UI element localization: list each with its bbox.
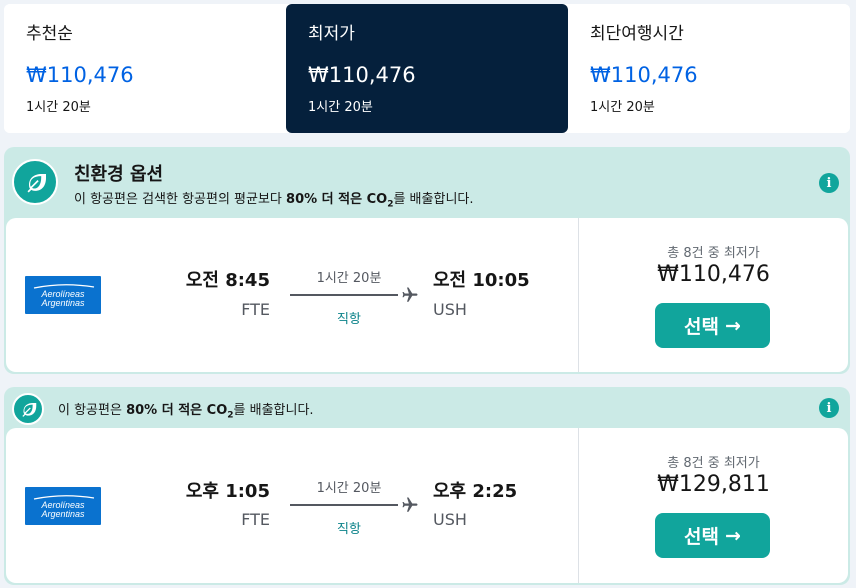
flight-leg: Aerolíneas Argentinas 오전 8:45 FTE 1시간 20…	[6, 218, 578, 372]
departure-airport: FTE	[241, 510, 270, 529]
price-panel: 총 8건 중 최저가 ₩110,476 선택 →	[578, 218, 848, 372]
stops-label: 직항	[337, 312, 361, 327]
departure-airport: FTE	[241, 300, 270, 319]
tab-price: ₩110,476	[590, 63, 698, 87]
select-label: 선택	[684, 316, 720, 338]
eco-title: 친환경 옵션	[74, 164, 164, 185]
price-panel: 총 8건 중 최저가 ₩129,811 선택 →	[578, 428, 848, 583]
tab-label: 추천순	[26, 24, 73, 44]
tab-price: ₩110,476	[26, 63, 134, 87]
tab-recommended[interactable]: 추천순 ₩110,476 1시간 20분	[4, 4, 286, 133]
arrow-right-icon: →	[725, 524, 741, 547]
flight-leg: Aerolíneas Argentinas 오후 1:05 FTE 1시간 20…	[6, 428, 578, 583]
eco-option-card: 친환경 옵션 이 항공편은 검색한 항공편의 평균보다 80% 더 적은 CO2…	[4, 147, 850, 374]
airline-logo: Aerolíneas Argentinas	[25, 486, 101, 525]
plane-icon	[402, 287, 418, 302]
route-line	[290, 504, 398, 506]
eco-option-card: 이 항공편은 80% 더 적은 CO2를 배출합니다. i Aerolíneas…	[4, 387, 850, 585]
departure-time: 오후 1:05	[185, 481, 270, 502]
info-icon[interactable]: i	[819, 398, 839, 418]
flight-result[interactable]: Aerolíneas Argentinas 오전 8:45 FTE 1시간 20…	[6, 218, 848, 372]
info-icon[interactable]: i	[819, 173, 839, 193]
eco-description: 이 항공편은 검색한 항공편의 평균보다 80% 더 적은 CO2를 배출합니다…	[74, 192, 474, 210]
eco-description: 이 항공편은 80% 더 적은 CO2를 배출합니다.	[58, 403, 314, 421]
flight-duration: 1시간 20분	[316, 271, 382, 286]
price: ₩110,476	[657, 262, 770, 287]
svg-text:Argentinas: Argentinas	[40, 298, 85, 308]
select-button[interactable]: 선택 →	[655, 303, 770, 348]
deals-label: 총 8건 중 최저가	[667, 456, 760, 471]
plane-icon	[402, 497, 418, 512]
route-line	[290, 294, 398, 296]
arrival-airport: USH	[433, 510, 467, 529]
flight-result[interactable]: Aerolíneas Argentinas 오후 1:05 FTE 1시간 20…	[6, 428, 848, 583]
tab-price: ₩110,476	[308, 63, 416, 87]
airline-logo: Aerolíneas Argentinas	[25, 276, 101, 314]
flight-duration: 1시간 20분	[316, 481, 382, 496]
svg-text:Argentinas: Argentinas	[40, 509, 85, 519]
stops-label: 직항	[337, 522, 361, 537]
arrival-time: 오후 2:25	[433, 481, 518, 502]
select-button[interactable]: 선택 →	[655, 513, 770, 558]
arrow-right-icon: →	[725, 314, 741, 337]
tab-duration: 1시간 20분	[590, 100, 655, 115]
leaf-icon	[12, 393, 44, 425]
tab-label: 최저가	[308, 24, 355, 44]
arrival-time: 오전 10:05	[433, 270, 530, 291]
leaf-icon	[12, 159, 58, 205]
select-label: 선택	[684, 526, 720, 548]
tab-duration: 1시간 20분	[26, 100, 91, 115]
deals-label: 총 8건 중 최저가	[667, 246, 760, 261]
sort-tabs: 추천순 ₩110,476 1시간 20분 최저가 ₩110,476 1시간 20…	[4, 4, 850, 133]
tab-duration: 1시간 20분	[308, 100, 373, 115]
price: ₩129,811	[657, 472, 770, 497]
arrival-airport: USH	[433, 300, 467, 319]
tab-label: 최단여행시간	[590, 24, 684, 44]
tab-cheapest[interactable]: 최저가 ₩110,476 1시간 20분	[286, 4, 568, 133]
tab-fastest[interactable]: 최단여행시간 ₩110,476 1시간 20분	[568, 4, 850, 133]
departure-time: 오전 8:45	[185, 270, 270, 291]
